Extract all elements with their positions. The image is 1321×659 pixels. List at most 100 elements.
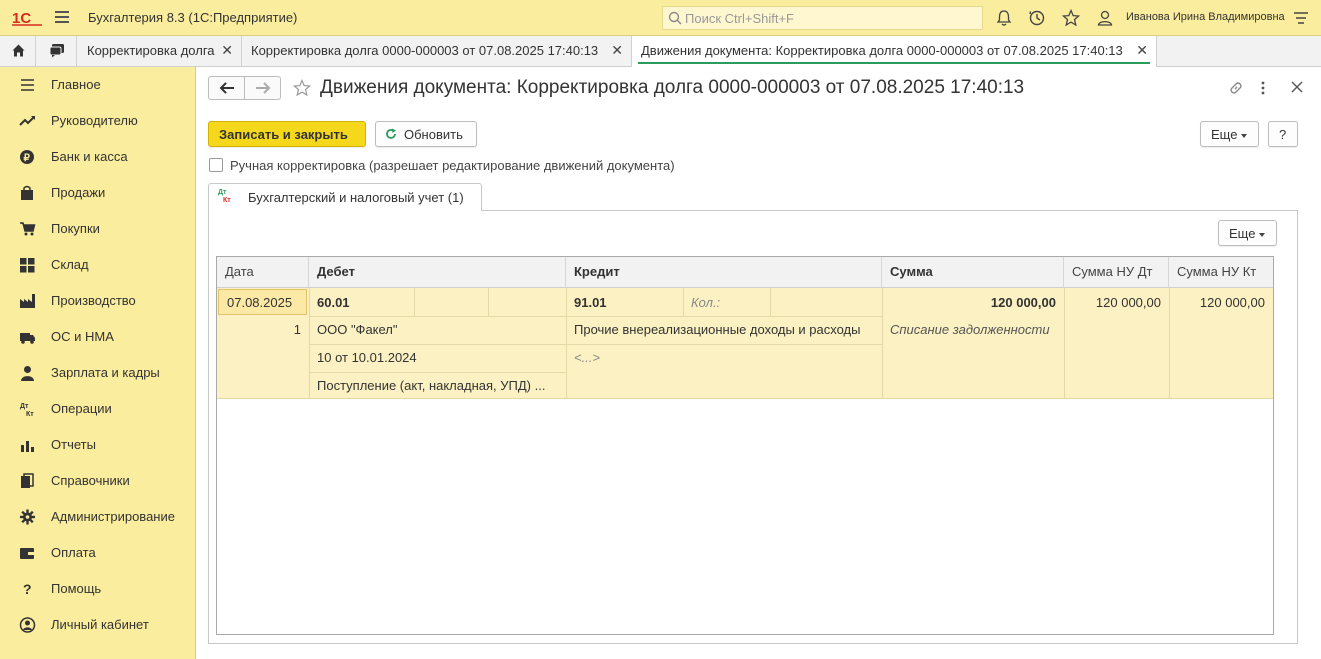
header-debit[interactable]: Дебет	[309, 257, 566, 288]
dt-kt-icon: ДтКт	[20, 403, 34, 417]
bar-chart-icon	[21, 441, 34, 452]
home-icon	[12, 44, 25, 57]
cell-debit-account[interactable]: 60.01	[309, 289, 414, 317]
sidebar-item-production[interactable]: Производство	[0, 283, 195, 319]
sidebar-item-label: Банк и касса	[51, 149, 128, 164]
sidebar-item-label: Операции	[51, 401, 112, 416]
settings-menu-icon[interactable]	[1292, 9, 1310, 27]
sidebar-item-label: Склад	[51, 257, 89, 272]
sidebar-item-fixed-assets[interactable]: ОС и НМА	[0, 319, 195, 355]
page-title: Движения документа: Корректировка долга …	[320, 77, 1025, 98]
home-button[interactable]	[0, 36, 36, 66]
sidebar-item-payment[interactable]: Оплата	[0, 535, 195, 571]
cell-sum-nu-kt[interactable]: 120 000,00	[1169, 289, 1273, 317]
kt-text: Кт	[223, 197, 231, 204]
manual-correction-checkbox[interactable]	[209, 158, 223, 172]
cell-credit-subconto-2[interactable]: <...>	[566, 344, 882, 372]
history-icon[interactable]	[1028, 9, 1046, 27]
sidebar-item-help[interactable]: ? Помощь	[0, 571, 195, 607]
sidebar-item-label: Личный кабинет	[51, 617, 149, 632]
tab-label: Корректировка долга	[87, 43, 215, 58]
close-tab-icon[interactable]: ✕	[1136, 42, 1148, 59]
sidebar-item-purchases[interactable]: Покупки	[0, 211, 195, 247]
close-tab-icon[interactable]: ✕	[221, 42, 233, 59]
bell-icon[interactable]	[995, 9, 1013, 27]
1c-logo-icon[interactable]: 1С	[12, 9, 42, 27]
sidebar-item-label: Зарплата и кадры	[51, 365, 160, 380]
link-icon[interactable]	[1228, 80, 1244, 96]
sidebar-item-reports[interactable]: Отчеты	[0, 427, 195, 463]
tab-document-movements[interactable]: Движения документа: Корректировка долга …	[632, 36, 1157, 67]
header-date[interactable]: Дата	[217, 257, 309, 288]
forward-button[interactable]	[244, 76, 281, 100]
truck-icon	[20, 333, 35, 344]
sidebar-item-operations[interactable]: Дт Кт Операции	[0, 391, 195, 427]
sidebar-item-manager[interactable]: Руководителю	[0, 103, 195, 139]
cell-number: 1	[293, 322, 301, 337]
user-circle-icon	[19, 617, 36, 633]
cell-credit-quantity-label[interactable]: Кол.:	[683, 289, 770, 317]
search-input[interactable]: Поиск Ctrl+Shift+F	[662, 6, 983, 30]
accounting-panel: Еще Дата Дебет Кредит Сумма Сумма НУ Дт …	[208, 210, 1298, 644]
refresh-button[interactable]: Обновить	[375, 121, 477, 147]
user-icon[interactable]	[1096, 9, 1114, 27]
chevron-down-icon	[1241, 133, 1248, 138]
user-name[interactable]: Иванова Ирина Владимировна	[1126, 11, 1285, 23]
cell-debit-subconto-1[interactable]: ООО "Факел"	[309, 316, 566, 344]
chat-windows-icon	[49, 44, 64, 58]
table-more-button[interactable]: Еще	[1218, 220, 1277, 246]
search-icon	[668, 11, 682, 25]
sidebar-item-label: Помощь	[51, 581, 102, 596]
tab-debt-correction-document[interactable]: Корректировка долга 0000-000003 от 07.08…	[242, 36, 632, 66]
cell-credit-account[interactable]: 91.01	[566, 289, 683, 317]
top-bar: 1С Бухгалтерия 8.3 (1С:Предприятие) Поис…	[0, 0, 1321, 36]
sidebar-item-personal-account[interactable]: Личный кабинет	[0, 607, 195, 643]
cell-sum-nu-dt[interactable]: 120 000,00	[1064, 289, 1169, 317]
help-button[interactable]: ?	[1268, 121, 1298, 147]
favorites-star-icon[interactable]	[1062, 9, 1080, 27]
tab-debt-correction[interactable]: Корректировка долга ✕	[78, 36, 242, 66]
cell-content[interactable]: Списание задолженности	[882, 316, 1064, 344]
manual-correction-label[interactable]: Ручная корректировка (разрешает редактир…	[230, 158, 675, 173]
favorite-star-icon[interactable]	[293, 79, 311, 97]
cart-icon	[20, 222, 36, 236]
back-button[interactable]	[208, 76, 245, 100]
factory-icon	[20, 294, 35, 308]
save-close-button[interactable]: Записать и закрыть	[208, 121, 366, 147]
close-icon[interactable]	[1290, 80, 1304, 94]
table-more-label: Еще	[1229, 226, 1256, 241]
cell-debit-subconto-2[interactable]: 10 от 10.01.2024	[309, 344, 566, 372]
books-icon	[21, 473, 34, 488]
movements-table[interactable]: Дата Дебет Кредит Сумма Сумма НУ Дт Сумм…	[216, 256, 1274, 635]
sidebar-item-salary[interactable]: Зарплата и кадры	[0, 355, 195, 391]
sidebar-item-administration[interactable]: Администрирование	[0, 499, 195, 535]
svg-text:₽: ₽	[24, 153, 31, 164]
active-tab-underline	[638, 62, 1150, 64]
cell-date[interactable]: 07.08.2025	[218, 289, 307, 315]
search-placeholder: Поиск Ctrl+Shift+F	[685, 11, 794, 26]
sidebar-item-label: Продажи	[51, 185, 106, 200]
cell-credit-subconto-1[interactable]: Прочие внереализационные доходы и расход…	[566, 316, 882, 344]
cell-sum[interactable]: 120 000,00	[882, 289, 1064, 317]
tab-accounting[interactable]: Дт Кт Бухгалтерский и налоговый учет (1)	[208, 183, 482, 211]
header-sum[interactable]: Сумма	[882, 257, 1064, 288]
sidebar-item-references[interactable]: Справочники	[0, 463, 195, 499]
header-sum-nu-dt[interactable]: Сумма НУ Дт	[1064, 257, 1169, 288]
close-tab-icon[interactable]: ✕	[611, 42, 623, 59]
arrow-left-icon	[219, 82, 234, 94]
sidebar-item-main[interactable]: Главное	[0, 67, 195, 103]
cell-debit-subconto-3[interactable]: Поступление (акт, накладная, УПД) ...	[309, 372, 566, 400]
more-vertical-icon[interactable]	[1260, 80, 1266, 96]
main-menu-icon[interactable]	[55, 11, 69, 23]
column-divider	[414, 288, 415, 316]
open-windows-button[interactable]	[37, 36, 77, 66]
svg-text:Дт: Дт	[20, 403, 29, 410]
column-divider	[770, 288, 771, 316]
header-credit[interactable]: Кредит	[566, 257, 882, 288]
header-sum-nu-kt[interactable]: Сумма НУ Кт	[1169, 257, 1273, 288]
sidebar-item-sales[interactable]: Продажи	[0, 175, 195, 211]
sidebar-item-label: Главное	[51, 77, 101, 92]
more-button[interactable]: Еще	[1200, 121, 1259, 147]
sidebar-item-bank[interactable]: ₽ Банк и касса	[0, 139, 195, 175]
sidebar-item-warehouse[interactable]: Склад	[0, 247, 195, 283]
